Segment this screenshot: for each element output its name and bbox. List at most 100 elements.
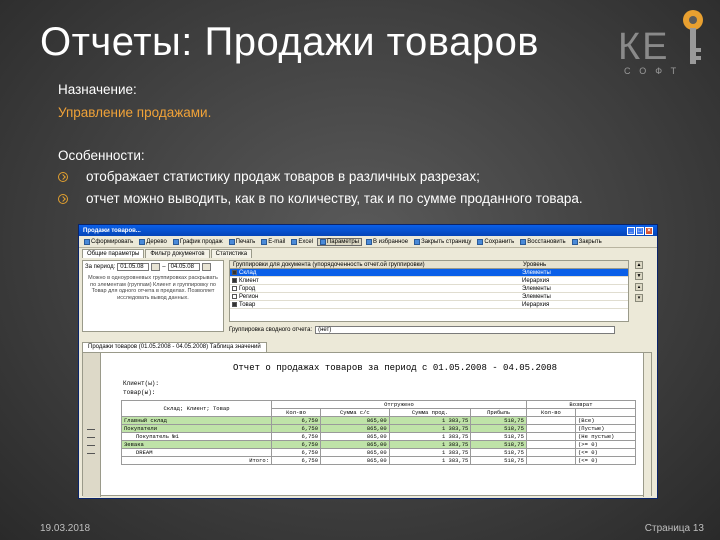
grid-row[interactable]: Склад Элементы: [230, 269, 628, 277]
cell-cost: 865,00: [320, 448, 390, 457]
grid-row[interactable]: Клиент Иерархия: [230, 277, 628, 285]
key-icon: [683, 10, 703, 64]
toolbar-icon: [319, 238, 326, 245]
toolbar-button[interactable]: Сохранить: [475, 238, 516, 245]
close-window-button[interactable]: ×: [645, 226, 653, 235]
row-name: Склад: [239, 269, 257, 276]
toolbar-button[interactable]: Сформировать: [82, 238, 135, 245]
cell-return-qty: [525, 456, 577, 465]
toolbar-button[interactable]: Дерево: [137, 238, 169, 245]
toolbar-icon: [520, 238, 527, 245]
toolbar-button[interactable]: E-mail: [259, 238, 287, 245]
grid-row[interactable]: Товар Иерархия: [230, 301, 628, 309]
feature-item: отчет можно выводить, как в по количеств…: [86, 191, 583, 206]
cell-sales: 1 383,75: [388, 424, 472, 433]
window-title: Продажи товаров...: [83, 227, 141, 234]
row-name: Товар: [239, 301, 256, 308]
window-controls: _ □ ×: [627, 226, 653, 235]
row-checkbox[interactable]: [232, 294, 237, 299]
row-name: Зевака: [121, 440, 272, 449]
toolbar-button[interactable]: График продаж: [171, 238, 225, 245]
row-checkbox[interactable]: [232, 270, 237, 275]
total-filter: (<= 0): [575, 456, 636, 465]
tab-report[interactable]: Продажи товаров (01.05.2008 - 04.05.2008…: [82, 342, 267, 352]
cell-profit: 518,75: [470, 448, 527, 457]
toolbar-button[interactable]: В избранное: [364, 238, 410, 245]
total-sales: 1 383,75: [388, 456, 472, 465]
row-level: Иерархия: [522, 302, 550, 308]
col-cost: Сумма с/с: [320, 408, 390, 417]
cell-profit: 518,75: [470, 432, 527, 441]
table-row: Покупатели 6,750 865,00 1 383,75 518,75 (Пуст…: [121, 424, 636, 433]
report-scrollbar[interactable]: [643, 353, 651, 497]
period-label: За период:: [85, 264, 116, 270]
move-up-icon[interactable]: ▲: [635, 261, 643, 269]
toolbar-icon: [365, 238, 372, 245]
purpose-label: Назначение:: [58, 82, 137, 97]
row-name: Главный склад: [121, 416, 272, 425]
toolbar-button[interactable]: Печать: [227, 238, 258, 245]
company-logo: КЕ СОФТ: [618, 8, 708, 78]
param-tabs: Общие параметры Фильтр документов Статис…: [79, 248, 657, 258]
toolbar-button[interactable]: Параметры: [316, 237, 362, 246]
table-row: Главный склад 6,750 865,00 1 383,75 518,75 (В…: [121, 416, 636, 425]
table-row: DREAM 6,750 865,00 1 383,75 518,75 (<= 0): [121, 448, 636, 457]
report-area: Отчет о продажах товаров за период с 01.…: [82, 352, 652, 497]
date-to-input[interactable]: 04.05.08: [167, 263, 200, 271]
tab-statistics[interactable]: Статистика: [210, 249, 253, 258]
row-name: Регион: [239, 293, 259, 300]
maximize-button[interactable]: □: [636, 226, 644, 235]
toolbar-button[interactable]: Закрыть: [570, 238, 604, 245]
scroll-up-icon[interactable]: ▴: [635, 283, 643, 291]
cell-sales: 1 383,75: [388, 416, 472, 425]
row-checkbox[interactable]: [232, 302, 237, 307]
table-row: Зевака 6,750 865,00 1 383,75 518,75 (>= 0): [121, 440, 636, 449]
cell-return-qty: [525, 448, 577, 457]
report-table: Склад; Клиент; Товар Отгружено Возврат К…: [121, 400, 637, 465]
col-name: Склад; Клиент; Товар: [121, 400, 272, 417]
cell-qty: 6,750: [270, 448, 322, 457]
toolbar-button-label: График продаж: [179, 238, 223, 245]
toolbar-button[interactable]: Excel: [289, 238, 315, 245]
cell-return-qty: [525, 424, 577, 433]
help-text: Можно в одноуровневых группировках раскр…: [88, 275, 218, 301]
cell-profit: 518,75: [470, 440, 527, 449]
cell-qty: 6,750: [270, 416, 322, 425]
logo-subtext: СОФТ: [624, 66, 686, 76]
report-tabs: Продажи товаров (01.05.2008 - 04.05.2008…: [82, 342, 267, 352]
cell-qty: 6,750: [270, 440, 322, 449]
cell-profit: 518,75: [470, 416, 527, 425]
tab-doc-filter[interactable]: Фильтр документов: [145, 249, 210, 258]
toolbar-button[interactable]: Закрыть страницу: [412, 238, 473, 245]
cell-cost: 865,00: [320, 424, 390, 433]
row-checkbox[interactable]: [232, 278, 237, 283]
grid-row[interactable]: Город Элементы: [230, 285, 628, 293]
groupby-select[interactable]: (нет): [315, 325, 616, 334]
col-filter: [575, 408, 636, 417]
cell-sales: 1 383,75: [388, 448, 472, 457]
grid-header: Уровень: [523, 262, 547, 268]
toolbar-button[interactable]: Восстановить: [518, 238, 567, 245]
date-from-input[interactable]: 01.05.08: [117, 263, 150, 271]
grid-row[interactable]: Регион Элементы: [230, 293, 628, 301]
toolbar-icon: [172, 238, 179, 245]
minimize-button[interactable]: _: [627, 226, 635, 235]
scroll-down-icon[interactable]: ▾: [635, 294, 643, 302]
app-screenshot: Продажи товаров... _ □ × Сформировать Дер…: [78, 224, 658, 499]
move-down-icon[interactable]: ▼: [635, 272, 643, 280]
tab-general[interactable]: Общие параметры: [82, 249, 145, 258]
total-cost: 865,00: [320, 456, 390, 465]
calendar-icon[interactable]: [201, 263, 211, 271]
table-row: Покупатель №1 6,750 865,00 1 383,75 518,75 (Н…: [121, 432, 636, 441]
cell-profit: 518,75: [470, 424, 527, 433]
calendar-icon[interactable]: [151, 263, 161, 271]
toolbar-button-label: В избранное: [372, 238, 409, 245]
outline-ruler: [83, 353, 101, 497]
row-name: Город: [239, 285, 256, 292]
row-checkbox[interactable]: [232, 286, 237, 291]
goods-label: товар(ы):: [123, 389, 156, 396]
toolbar-icon: [414, 238, 421, 245]
toolbar-icon: [477, 238, 484, 245]
cell-filter: (Все): [575, 416, 636, 425]
grid-order-controls: ▲ ▼ ▴ ▾: [632, 261, 646, 325]
